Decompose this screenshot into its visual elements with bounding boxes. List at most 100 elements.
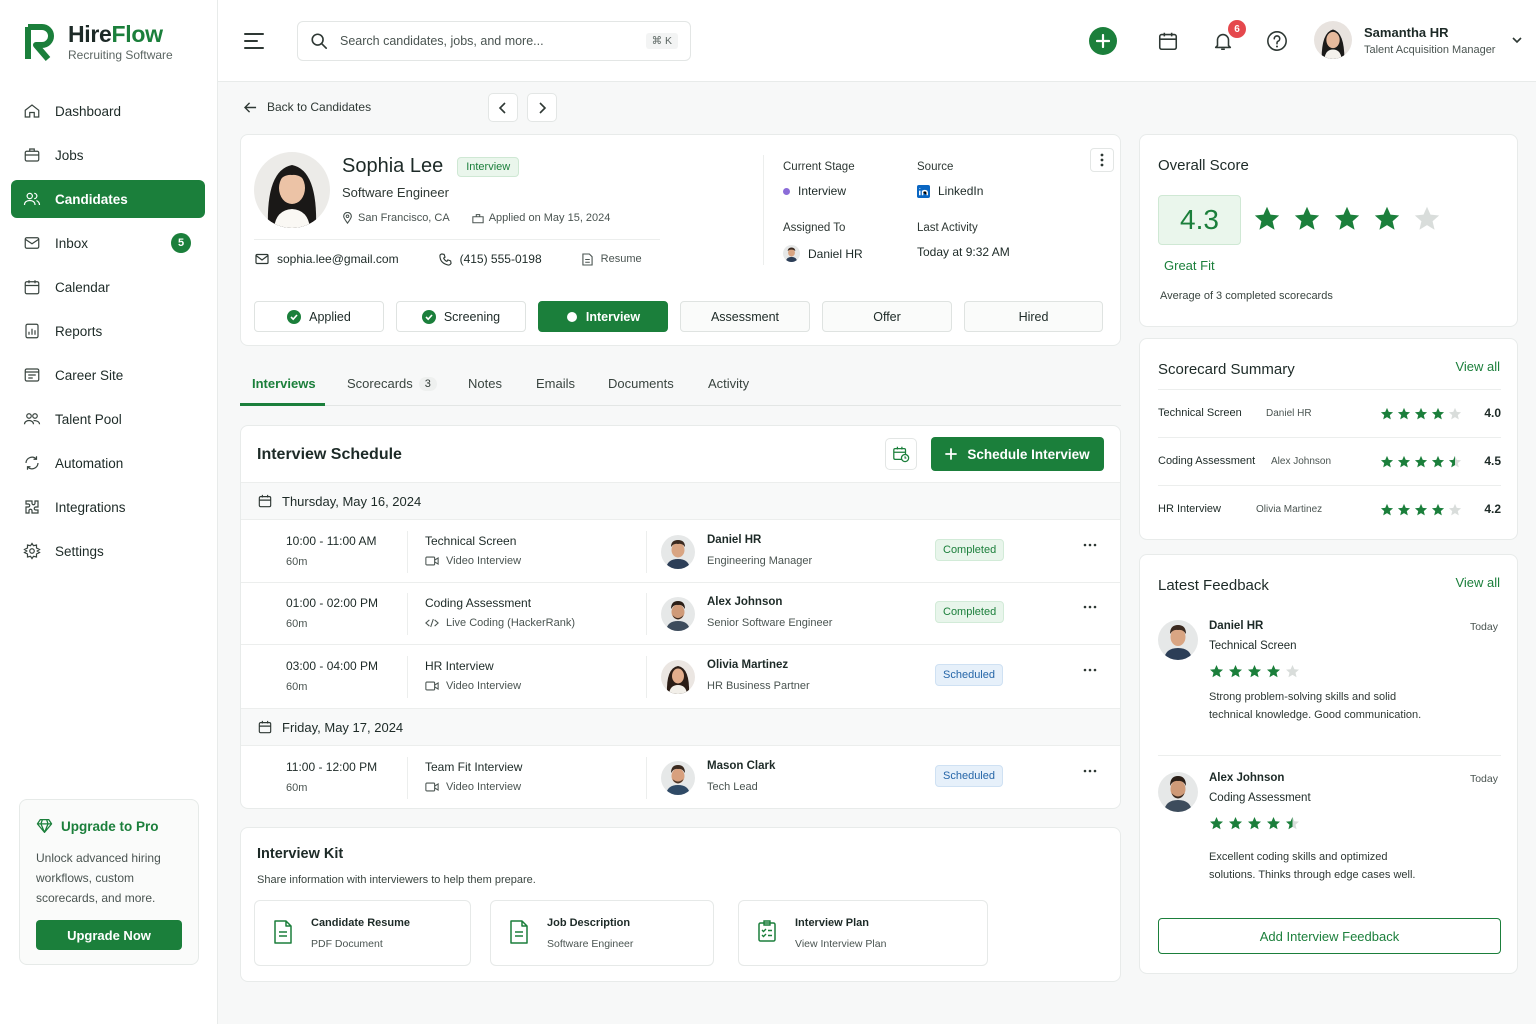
more-horizontal-icon[interactable] (1083, 605, 1097, 609)
sidebar-item-calendar[interactable]: Calendar (11, 268, 205, 306)
day-date: Thursday, May 16, 2024 (282, 493, 422, 509)
candidate-name: Sophia Lee (342, 155, 444, 177)
sidebar-item-integrations[interactable]: Integrations (11, 488, 205, 526)
scorecard-row[interactable]: Coding Assessment Alex Johnson 4.5 (1158, 437, 1501, 485)
sidebar-item-reports[interactable]: Reports (11, 312, 205, 350)
back-to-candidates-link[interactable]: Back to Candidates (244, 100, 371, 114)
scorecard-row[interactable]: Technical Screen Daniel HR 4.0 (1158, 389, 1501, 437)
kit-item-subtitle: Software Engineer (547, 938, 634, 950)
star-rating (1380, 407, 1462, 421)
candidate-phone[interactable]: (415) 555-0198 (438, 252, 542, 266)
kit-item-candidate-resume[interactable]: Candidate Resume PDF Document (254, 900, 471, 966)
interview-duration: 60m (286, 618, 308, 630)
calendar-view-button[interactable] (885, 438, 917, 470)
star-rating (1253, 205, 1441, 233)
add-interview-feedback-button[interactable]: Add Interview Feedback (1158, 918, 1501, 954)
tab-notes[interactable]: Notes (468, 376, 502, 391)
interviewer-name: Mason Clark (707, 760, 776, 772)
avatar (783, 245, 800, 262)
candidate-email[interactable]: sophia.lee@gmail.com (255, 252, 399, 266)
scorecard-name: Technical Screen (1158, 407, 1242, 419)
document-icon (274, 920, 292, 944)
interview-row[interactable]: 01:00 - 02:00 PM 60m Coding Assessment L… (241, 583, 1120, 645)
briefcase-icon (24, 148, 40, 162)
code-icon (425, 618, 439, 628)
interview-type: Team Fit Interview (425, 760, 523, 774)
sidebar-item-label: Calendar (55, 279, 110, 295)
resume-text: Resume (600, 253, 642, 265)
feedback-view-all-link[interactable]: View all (1455, 575, 1500, 590)
tab-emails[interactable]: Emails (536, 376, 575, 391)
interview-time: 03:00 - 04:00 PM (286, 659, 379, 673)
add-button[interactable] (1089, 27, 1117, 55)
sidebar-item-inbox[interactable]: Inbox 5 (11, 224, 205, 262)
search-icon (311, 33, 328, 50)
tab-documents[interactable]: Documents (608, 376, 674, 391)
status-badge: Completed (935, 539, 1005, 561)
stage-interview[interactable]: Interview (538, 301, 668, 332)
search-input[interactable]: Search candidates, jobs, and more... (340, 34, 634, 48)
location-pin-icon (343, 212, 352, 224)
interview-row[interactable]: 03:00 - 04:00 PM 60m HR Interview Video … (241, 646, 1120, 708)
next-candidate-button[interactable] (527, 93, 557, 122)
candidate-applied-date: Applied on May 15, 2024 (472, 212, 610, 224)
calendar-icon[interactable] (1157, 30, 1179, 52)
candidate-status-tag: Interview (457, 156, 520, 177)
star-filled-icon (1267, 664, 1280, 678)
overall-score-card: Overall Score 4.3 Great Fit Average of 3… (1139, 134, 1518, 327)
sidebar-item-talent-pool[interactable]: Talent Pool (11, 400, 205, 438)
tab-scorecards[interactable]: Scorecards 3 (347, 376, 437, 391)
interview-row[interactable]: 11:00 - 12:00 PM 60m Team Fit Interview … (241, 747, 1120, 808)
star-rating (1209, 664, 1300, 679)
inbox-count-badge: 5 (171, 233, 191, 253)
star-rating (1209, 816, 1300, 831)
tab-activity[interactable]: Activity (708, 376, 749, 391)
previous-candidate-button[interactable] (488, 93, 518, 122)
document-icon (510, 920, 528, 944)
menu-icon[interactable] (244, 32, 264, 50)
schedule-interview-button[interactable]: Schedule Interview (931, 437, 1104, 471)
sidebar-item-jobs[interactable]: Jobs (11, 136, 205, 174)
stage-offer[interactable]: Offer (822, 301, 952, 332)
kit-item-job-description[interactable]: Job Description Software Engineer (490, 900, 714, 966)
more-horizontal-icon[interactable] (1083, 543, 1097, 547)
more-options-button[interactable] (1090, 148, 1114, 172)
avatar (1158, 772, 1198, 812)
sidebar-item-automation[interactable]: Automation (11, 444, 205, 482)
upgrade-now-button[interactable]: Upgrade Now (36, 920, 182, 950)
candidate-name-row: Sophia Lee Interview (342, 155, 520, 178)
app-logo[interactable]: HireFlow Recruiting Software (24, 22, 173, 62)
help-icon[interactable] (1266, 30, 1288, 52)
candidate-resume-link[interactable]: Resume (582, 252, 642, 266)
sidebar-item-settings[interactable]: Settings (11, 532, 205, 570)
more-horizontal-icon[interactable] (1083, 769, 1097, 773)
user-menu[interactable]: Samantha HR Talent Acquisition Manager (1314, 21, 1523, 59)
stage-screening[interactable]: Screening (396, 301, 526, 332)
stage-applied[interactable]: Applied (254, 301, 384, 332)
feedback-text: Strong problem-solving skills and solid … (1209, 691, 1422, 721)
star-empty-icon (1286, 664, 1299, 678)
stage-assessment[interactable]: Assessment (680, 301, 810, 332)
talent-pool-icon (23, 413, 41, 425)
source-text: LinkedIn (938, 184, 984, 198)
scorecard-score: 4.5 (1484, 454, 1501, 468)
more-horizontal-icon[interactable] (1083, 668, 1097, 672)
search-bar[interactable]: Search candidates, jobs, and more... ⌘ K (297, 21, 691, 61)
sidebar-item-candidates[interactable]: Candidates (11, 180, 205, 218)
star-filled-icon (1210, 816, 1223, 830)
tab-interviews[interactable]: Interviews (252, 376, 316, 391)
kit-item-interview-plan[interactable]: Interview Plan View Interview Plan (738, 900, 988, 966)
scorecard-view-all-link[interactable]: View all (1455, 359, 1500, 374)
kit-item-subtitle: View Interview Plan (795, 938, 887, 950)
calendar-clock-icon (893, 446, 910, 463)
interview-row[interactable]: 10:00 - 11:00 AM 60m Technical Screen Vi… (241, 521, 1120, 583)
scorecard-row[interactable]: HR Interview Olivia Martinez 4.2 (1158, 485, 1501, 533)
interview-type: Technical Screen (425, 534, 517, 548)
sidebar-item-career-site[interactable]: Career Site (11, 356, 205, 394)
interview-mode-text: Video Interview (446, 680, 522, 692)
stage-hired[interactable]: Hired (964, 301, 1103, 332)
sidebar-item-dashboard[interactable]: Dashboard (11, 92, 205, 130)
latest-feedback-card: Latest Feedback View all Daniel HR Today… (1139, 554, 1518, 974)
location-text: San Francisco, CA (358, 212, 450, 224)
divider (646, 757, 647, 799)
